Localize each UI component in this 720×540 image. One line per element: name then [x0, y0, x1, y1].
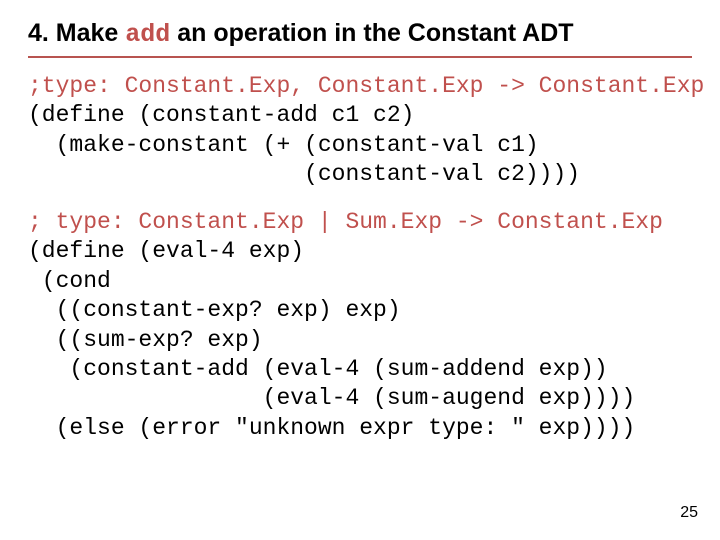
code-line: (define (eval-4 exp) [28, 238, 304, 264]
code-line: ((constant-exp? exp) exp) [28, 297, 401, 323]
code-line: (constant-val c2)))) [28, 161, 580, 187]
type-comment-1: ;type: Constant.Exp, Constant.Exp -> Con… [28, 73, 704, 99]
title-divider [28, 56, 692, 58]
code-block-1: ;type: Constant.Exp, Constant.Exp -> Con… [28, 72, 692, 190]
spacer [28, 190, 692, 208]
page-number: 25 [680, 504, 698, 522]
slide-title: 4. Make add an operation in the Constant… [28, 18, 692, 50]
code-line: ((sum-exp? exp) [28, 327, 263, 353]
code-line: (cond [28, 268, 111, 294]
title-suffix: an operation in the Constant ADT [170, 19, 573, 47]
code-line: (constant-add (eval-4 (sum-addend exp)) [28, 356, 608, 382]
title-prefix: 4. Make [28, 19, 125, 47]
slide: 4. Make add an operation in the Constant… [0, 0, 720, 540]
code-line: (make-constant (+ (constant-val c1) [28, 132, 539, 158]
type-comment-2: ; type: Constant.Exp | Sum.Exp -> Consta… [28, 209, 663, 235]
title-keyword: add [125, 20, 170, 49]
code-line: (define (constant-add c1 c2) [28, 102, 414, 128]
code-line: (eval-4 (sum-augend exp)))) [28, 385, 635, 411]
code-block-2: ; type: Constant.Exp | Sum.Exp -> Consta… [28, 208, 692, 444]
code-line: (else (error "unknown expr type: " exp))… [28, 415, 635, 441]
